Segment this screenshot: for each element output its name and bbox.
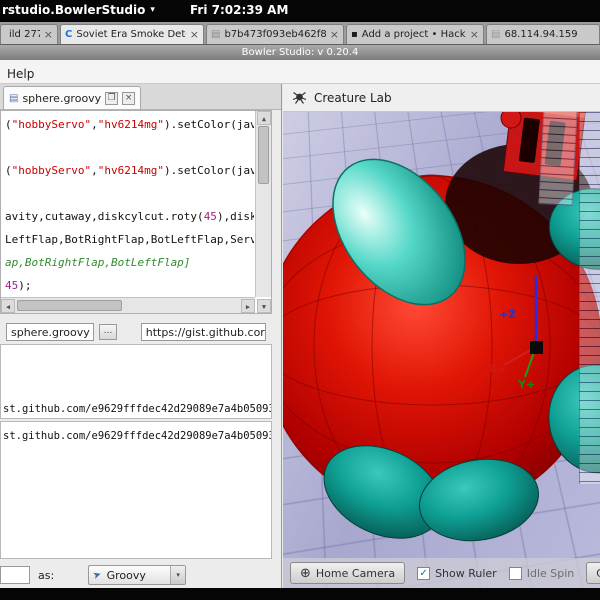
servo-knob [500, 112, 522, 129]
groovy-icon: ➤ [91, 568, 104, 582]
tab-label: b7b473f093eb462f82e [224, 29, 325, 40]
scroll-up-icon[interactable]: ▲ [257, 111, 271, 125]
gist-pane-2[interactable]: st.github.com/e9629fffdec42d29089e7a4b05… [0, 421, 272, 559]
gist-pane-1[interactable]: st.github.com/e9629fffdec42d29089e7a4b05… [0, 344, 272, 419]
code-editor[interactable]: ("hobbyServo","hv6214mg").setColor(javaf… [0, 110, 272, 314]
code-line: ("hobbyServo","hv6214mg").setColor(javaf… [5, 118, 254, 131]
code-line: ap,BotRightFlap,BotLeftFlap] [5, 256, 191, 269]
chevron-down-icon: ▾ [170, 566, 186, 584]
app-menu-label: rstudio.BowlerStudio [2, 3, 146, 17]
script-file-icon: ▤ [9, 92, 19, 104]
browse-button[interactable]: ... [99, 324, 117, 340]
code-line: avity,cutaway,diskcylcut.roty(45),diskcy… [5, 210, 254, 223]
menu-bar: Help [0, 60, 600, 84]
browser-tab[interactable]: ▪ Add a project • Hackada × [346, 24, 484, 44]
file-fields-row: sphere.groovy ... https://gist.github.co… [0, 320, 272, 344]
tab-close-icon[interactable]: × [44, 28, 53, 41]
gist-url-input[interactable]: https://gist.github.cor [140, 323, 266, 341]
show-ruler-option[interactable]: ✓ Show Ruler [417, 566, 497, 580]
menu-help[interactable]: Help [0, 65, 41, 83]
tab-favicon-icon: ▪ [351, 29, 358, 40]
os-top-bar: rstudio.BowlerStudio ▾ Fri 7:02:39 AM [0, 0, 600, 22]
show-ruler-checkbox[interactable]: ✓ [417, 566, 431, 580]
idle-spin-option[interactable]: Idle Spin [508, 566, 575, 580]
editor-tab-strip: ▤ sphere.groovy ❐ × [0, 84, 281, 110]
idle-spin-label: Idle Spin [526, 566, 575, 580]
bottom-bar [0, 588, 600, 600]
code-line: LeftFlap,BotRightFlap,BotLeftFlap,ServoF… [5, 233, 254, 246]
tab-close-icon[interactable]: × [330, 28, 339, 41]
browser-tab[interactable]: ild 27775M × [0, 24, 58, 44]
bowler-studio-screen: rstudio.BowlerStudio ▾ Fri 7:02:39 AM il… [0, 0, 600, 600]
tab-close-icon[interactable]: × [190, 28, 199, 41]
restore-window-icon[interactable]: ❐ [105, 91, 119, 105]
app-menu[interactable]: rstudio.BowlerStudio ▾ [2, 3, 155, 17]
scrollbar-thumb[interactable] [17, 300, 122, 311]
clear-label: Clear [596, 567, 600, 580]
tab-favicon-icon: ▤ [211, 29, 221, 40]
scroll-left-icon[interactable]: ◀ [1, 299, 15, 313]
scroll-down-icon[interactable]: ▼ [257, 299, 271, 313]
browser-tab-strip: ild 27775M × C Soviet Era Smoke Detect ×… [0, 22, 600, 44]
browser-tab[interactable]: C Soviet Era Smoke Detect × [60, 24, 204, 44]
as-label: as: [38, 568, 55, 582]
gist-url-text: st.github.com/e9629fffdec42d29089e7a4b05… [3, 430, 271, 442]
origin-cube [530, 341, 543, 354]
scroll-right-icon[interactable]: ▶ [241, 299, 255, 313]
code-lines: ("hobbyServo","hv6214mg").setColor(javaf… [5, 113, 254, 296]
chevron-down-icon: ▾ [150, 5, 155, 15]
tab-label: Add a project • Hackada [361, 29, 466, 40]
window-title-bar: Bowler Studio: v 0.20.4 [0, 44, 600, 60]
gist-url-text: st.github.com/e9629fffdec42d29089e7a4b05… [3, 403, 271, 415]
browser-tab[interactable]: ▤ b7b473f093eb462f82e × [206, 24, 344, 44]
scrollbar-thumb[interactable] [258, 126, 269, 184]
show-ruler-label: Show Ruler [435, 566, 497, 580]
tab-close-icon[interactable]: × [470, 28, 479, 41]
ruler-object [538, 112, 578, 206]
idle-spin-checkbox[interactable] [508, 566, 522, 580]
script-editor-panel: ▤ sphere.groovy ❐ × ("hobbyServo","hv621… [0, 84, 282, 588]
tab-favicon-icon: C [65, 29, 73, 40]
3d-viewport[interactable]: +Z X+ Y+ ⊕ Home Camera ✓ Show Ruler Idle… [283, 112, 600, 588]
home-camera-icon: ⊕ [300, 565, 311, 581]
language-dropdown[interactable]: ➤ Groovy ▾ [88, 565, 187, 585]
viewport-controls: ⊕ Home Camera ✓ Show Ruler Idle Spin Cle… [283, 558, 600, 588]
ruler-object [579, 112, 600, 484]
clear-button[interactable]: Clear [586, 562, 600, 584]
tab-label: 68.114.94.159 [504, 29, 578, 40]
browser-tab[interactable]: ▤ 68.114.94.159 [486, 24, 600, 44]
save-name-input[interactable] [0, 566, 30, 584]
close-tab-icon[interactable]: × [122, 91, 136, 105]
creature-lab-header: Creature Lab [283, 84, 600, 112]
tab-label: ild 27775M [9, 29, 40, 40]
editor-tab-label: sphere.groovy [22, 91, 102, 105]
creature-icon [292, 92, 307, 104]
horizontal-scrollbar[interactable] [1, 297, 255, 313]
clock: Fri 7:02:39 AM [190, 3, 289, 17]
save-as-row: as: ➤ Groovy ▾ [0, 562, 282, 588]
window-title: Bowler Studio: v 0.20.4 [241, 47, 359, 58]
filename-input[interactable]: sphere.groovy [6, 323, 95, 341]
creature-lab-panel: Creature Lab +Z X+ Y+ ⊕ Home Camera ✓ Sh… [283, 84, 600, 588]
language-value: Groovy [106, 568, 146, 582]
vertical-scrollbar[interactable] [255, 111, 271, 297]
axis-label-y: Y+ [517, 378, 535, 391]
tab-label: Soviet Era Smoke Detect [76, 29, 186, 40]
tab-favicon-icon: ▤ [491, 29, 501, 40]
creature-lab-title: Creature Lab [314, 90, 392, 105]
axis-label-z: +Z [499, 308, 516, 321]
home-camera-label: Home Camera [315, 566, 396, 580]
code-line: 45); [5, 279, 32, 292]
home-camera-button[interactable]: ⊕ Home Camera [290, 562, 406, 584]
code-line: ("hobbyServo","hv6214mg").setColor(javaf… [5, 164, 254, 177]
axis-label-x: X+ [489, 362, 507, 375]
editor-tab-sphere-groovy[interactable]: ▤ sphere.groovy ❐ × [3, 86, 142, 109]
